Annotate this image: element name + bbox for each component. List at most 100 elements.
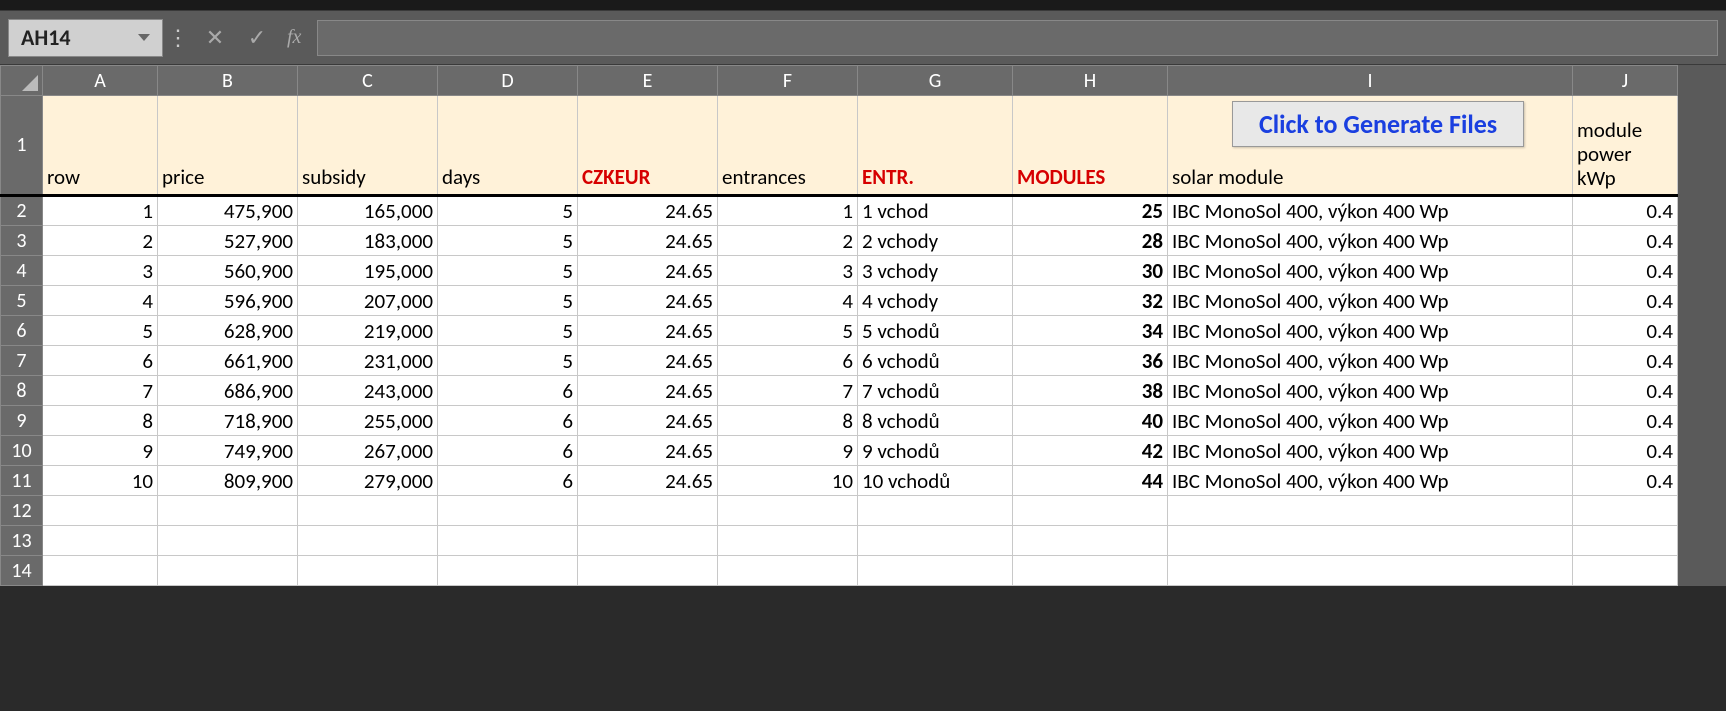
cell-F7[interactable]: 6 xyxy=(718,346,858,376)
cell-empty-12-5[interactable] xyxy=(718,496,858,526)
fx-icon[interactable]: fx xyxy=(287,26,301,49)
cell-C7[interactable]: 231,000 xyxy=(298,346,438,376)
cell-empty-14-7[interactable] xyxy=(1013,556,1168,586)
formula-input[interactable] xyxy=(317,20,1718,56)
cell-A6[interactable]: 5 xyxy=(43,316,158,346)
cell-H10[interactable]: 42 xyxy=(1013,436,1168,466)
cell-empty-13-4[interactable] xyxy=(578,526,718,556)
name-box[interactable]: AH14 xyxy=(8,19,163,57)
cell-C4[interactable]: 195,000 xyxy=(298,256,438,286)
cell-H11[interactable]: 44 xyxy=(1013,466,1168,496)
cell-empty-13-8[interactable] xyxy=(1168,526,1573,556)
cell-empty-14-9[interactable] xyxy=(1573,556,1678,586)
row-header-6[interactable]: 6 xyxy=(1,316,43,346)
cell-empty-12-6[interactable] xyxy=(858,496,1013,526)
cell-empty-14-2[interactable] xyxy=(298,556,438,586)
cell-empty-14-1[interactable] xyxy=(158,556,298,586)
cell-E7[interactable]: 24.65 xyxy=(578,346,718,376)
cell-G7[interactable]: 6 vchodů xyxy=(858,346,1013,376)
cell-A8[interactable]: 7 xyxy=(43,376,158,406)
cell-D7[interactable]: 5 xyxy=(438,346,578,376)
cell-I11[interactable]: IBC MonoSol 400, výkon 400 Wp xyxy=(1168,466,1573,496)
cell-I9[interactable]: IBC MonoSol 400, výkon 400 Wp xyxy=(1168,406,1573,436)
select-all-corner[interactable] xyxy=(1,66,43,96)
header-cell-E[interactable]: CZKEUR xyxy=(578,96,718,196)
cell-G2[interactable]: 1 vchod xyxy=(858,196,1013,226)
cell-empty-13-1[interactable] xyxy=(158,526,298,556)
cell-I2[interactable]: IBC MonoSol 400, výkon 400 Wp xyxy=(1168,196,1573,226)
cell-F4[interactable]: 3 xyxy=(718,256,858,286)
header-cell-G[interactable]: ENTR. xyxy=(858,96,1013,196)
cell-empty-12-9[interactable] xyxy=(1573,496,1678,526)
cell-empty-12-7[interactable] xyxy=(1013,496,1168,526)
cell-empty-13-9[interactable] xyxy=(1573,526,1678,556)
cell-C8[interactable]: 243,000 xyxy=(298,376,438,406)
cell-B7[interactable]: 661,900 xyxy=(158,346,298,376)
cell-empty-13-7[interactable] xyxy=(1013,526,1168,556)
cell-empty-14-0[interactable] xyxy=(43,556,158,586)
cell-empty-13-5[interactable] xyxy=(718,526,858,556)
cell-B6[interactable]: 628,900 xyxy=(158,316,298,346)
header-cell-C[interactable]: subsidy xyxy=(298,96,438,196)
cell-empty-14-8[interactable] xyxy=(1168,556,1573,586)
cell-A5[interactable]: 4 xyxy=(43,286,158,316)
cell-I4[interactable]: IBC MonoSol 400, výkon 400 Wp xyxy=(1168,256,1573,286)
cell-D8[interactable]: 6 xyxy=(438,376,578,406)
col-header-G[interactable]: G xyxy=(858,66,1013,96)
col-header-F[interactable]: F xyxy=(718,66,858,96)
col-header-A[interactable]: A xyxy=(43,66,158,96)
row-header-12[interactable]: 12 xyxy=(1,496,43,526)
header-cell-A[interactable]: row xyxy=(43,96,158,196)
cell-D9[interactable]: 6 xyxy=(438,406,578,436)
cell-H5[interactable]: 32 xyxy=(1013,286,1168,316)
col-header-I[interactable]: I xyxy=(1168,66,1573,96)
cell-J9[interactable]: 0.4 xyxy=(1573,406,1678,436)
cell-J5[interactable]: 0.4 xyxy=(1573,286,1678,316)
header-cell-B[interactable]: price xyxy=(158,96,298,196)
cell-A3[interactable]: 2 xyxy=(43,226,158,256)
cell-empty-13-3[interactable] xyxy=(438,526,578,556)
cell-D4[interactable]: 5 xyxy=(438,256,578,286)
cell-F11[interactable]: 10 xyxy=(718,466,858,496)
col-header-D[interactable]: D xyxy=(438,66,578,96)
cell-D10[interactable]: 6 xyxy=(438,436,578,466)
cell-H4[interactable]: 30 xyxy=(1013,256,1168,286)
cell-E8[interactable]: 24.65 xyxy=(578,376,718,406)
cell-H8[interactable]: 38 xyxy=(1013,376,1168,406)
enter-icon[interactable]: ✓ xyxy=(245,24,269,51)
cell-J10[interactable]: 0.4 xyxy=(1573,436,1678,466)
header-cell-F[interactable]: entrances xyxy=(718,96,858,196)
cell-C2[interactable]: 165,000 xyxy=(298,196,438,226)
cell-I8[interactable]: IBC MonoSol 400, výkon 400 Wp xyxy=(1168,376,1573,406)
col-header-B[interactable]: B xyxy=(158,66,298,96)
cell-empty-13-2[interactable] xyxy=(298,526,438,556)
cell-A10[interactable]: 9 xyxy=(43,436,158,466)
cell-empty-12-8[interactable] xyxy=(1168,496,1573,526)
header-cell-J[interactable]: modulepowerkWp xyxy=(1573,96,1678,196)
cell-J4[interactable]: 0.4 xyxy=(1573,256,1678,286)
cell-E9[interactable]: 24.65 xyxy=(578,406,718,436)
cell-I5[interactable]: IBC MonoSol 400, výkon 400 Wp xyxy=(1168,286,1573,316)
cell-F9[interactable]: 8 xyxy=(718,406,858,436)
cell-empty-14-4[interactable] xyxy=(578,556,718,586)
cell-E11[interactable]: 24.65 xyxy=(578,466,718,496)
cell-E2[interactable]: 24.65 xyxy=(578,196,718,226)
col-header-H[interactable]: H xyxy=(1013,66,1168,96)
row-header-11[interactable]: 11 xyxy=(1,466,43,496)
cell-empty-13-6[interactable] xyxy=(858,526,1013,556)
cell-D2[interactable]: 5 xyxy=(438,196,578,226)
cell-D6[interactable]: 5 xyxy=(438,316,578,346)
cell-A9[interactable]: 8 xyxy=(43,406,158,436)
cell-H2[interactable]: 25 xyxy=(1013,196,1168,226)
cell-E6[interactable]: 24.65 xyxy=(578,316,718,346)
cell-B2[interactable]: 475,900 xyxy=(158,196,298,226)
cell-empty-14-6[interactable] xyxy=(858,556,1013,586)
cell-B9[interactable]: 718,900 xyxy=(158,406,298,436)
cell-B4[interactable]: 560,900 xyxy=(158,256,298,286)
cell-J3[interactable]: 0.4 xyxy=(1573,226,1678,256)
name-box-dropdown-icon[interactable] xyxy=(138,34,150,41)
cell-C5[interactable]: 207,000 xyxy=(298,286,438,316)
cell-C3[interactable]: 183,000 xyxy=(298,226,438,256)
cell-E3[interactable]: 24.65 xyxy=(578,226,718,256)
cell-G6[interactable]: 5 vchodů xyxy=(858,316,1013,346)
